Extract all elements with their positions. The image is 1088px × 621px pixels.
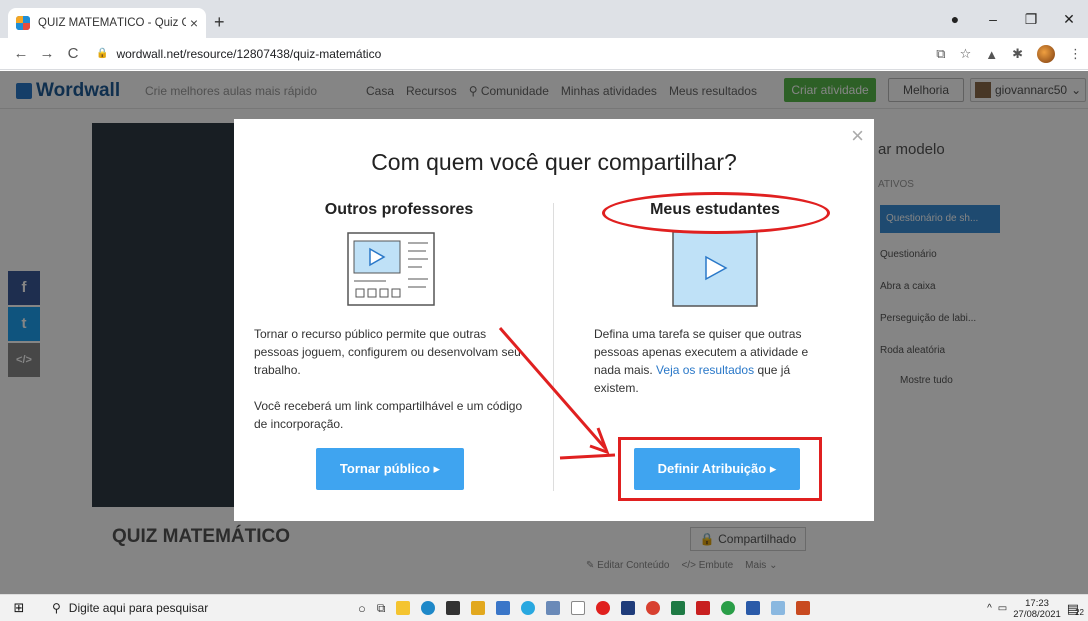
windows-taskbar: ⊞ ⚲ Digite aqui para pesquisar ○ ⧉ ^ ▭ 1… <box>0 594 1088 621</box>
powerpoint-icon[interactable] <box>796 601 811 615</box>
photoshop-icon[interactable] <box>621 601 636 615</box>
paint-icon[interactable] <box>771 601 786 615</box>
opera-icon[interactable] <box>596 601 611 615</box>
new-tab-button[interactable]: + <box>214 13 225 31</box>
clock-time: 17:23 <box>1025 597 1049 609</box>
bookmark-star-icon[interactable]: ☆ <box>960 46 972 62</box>
close-icon[interactable]: × <box>851 125 864 147</box>
window-controls: ● – ❐ ✕ <box>936 0 1088 38</box>
excel-icon[interactable] <box>671 601 686 615</box>
minimize-button[interactable]: – <box>974 11 1012 27</box>
browser-tab[interactable]: QUIZ MATEMÁTICO - Quiz Game × <box>8 8 206 38</box>
store-icon[interactable] <box>446 601 461 615</box>
menu-kebab-icon[interactable]: ⋮ <box>1069 46 1082 62</box>
back-button[interactable]: ← <box>8 45 34 62</box>
app-icon[interactable] <box>696 601 711 615</box>
edge-icon[interactable] <box>421 601 436 615</box>
video-screen-icon <box>672 231 758 307</box>
windows-start-icon[interactable]: ⊞ <box>0 600 38 616</box>
app-icon[interactable] <box>471 601 486 615</box>
url-text: wordwall.net/resource/12807438/quiz-mate… <box>116 46 382 61</box>
dialog-title: Com quem você quer compartilhar? <box>371 149 737 175</box>
reload-button[interactable]: C <box>60 45 86 62</box>
address-bar-icons: ⧉ ☆ ▲ ✱ ⋮ <box>936 38 1082 70</box>
annotation-ellipse <box>602 192 830 234</box>
task-view-icon[interactable]: ⧉ <box>377 601 386 616</box>
mail-icon[interactable] <box>496 601 511 615</box>
teachers-embed-note: Você receberá um link compartilhável e u… <box>254 399 523 431</box>
file-explorer-icon[interactable] <box>396 601 411 615</box>
annotation-rectangle <box>618 437 822 501</box>
app-icon[interactable] <box>546 601 561 615</box>
wordwall-favicon-icon <box>16 16 30 30</box>
tab-close-icon[interactable]: × <box>190 15 198 31</box>
chrome-icon[interactable] <box>646 601 661 615</box>
browser-tab-strip: QUIZ MATEMÁTICO - Quiz Game × + ● – ❐ ✕ <box>0 0 1088 38</box>
file-icon[interactable] <box>571 601 586 615</box>
teachers-description: Tornar o recurso público permite que out… <box>254 327 521 377</box>
extensions-icon[interactable]: ✱ <box>1012 46 1023 62</box>
restore-button[interactable]: ❐ <box>1012 11 1050 28</box>
address-bar: ← → C 🔒 wordwall.net/resource/12807438/q… <box>0 38 1088 70</box>
taskbar-apps: ○ ⧉ <box>358 601 811 616</box>
close-window-button[interactable]: ✕ <box>1050 11 1088 28</box>
tab-title: QUIZ MATEMÁTICO - Quiz Game <box>38 17 186 29</box>
profile-avatar[interactable] <box>1037 45 1055 63</box>
url-field[interactable]: 🔒 wordwall.net/resource/12807438/quiz-ma… <box>96 47 381 61</box>
teachers-column: Outros professores <box>254 201 544 219</box>
lock-icon: 🔒 <box>96 48 109 59</box>
battery-icon[interactable]: ▭ <box>998 603 1007 614</box>
translate-icon[interactable]: ⧉ <box>936 46 945 62</box>
column-divider <box>553 203 554 491</box>
notification-count: 22 <box>1075 608 1084 617</box>
chevron-up-icon[interactable]: ^ <box>987 603 992 614</box>
cortana-icon[interactable]: ○ <box>358 601 366 616</box>
ie-icon[interactable] <box>521 601 536 615</box>
make-public-button[interactable]: Tornar público ▸ <box>316 448 464 490</box>
drive-icon[interactable]: ▲ <box>985 47 998 62</box>
page-content: Wordwall Crie melhores aulas mais rápido… <box>0 71 1088 594</box>
taskbar-search[interactable]: ⚲ Digite aqui para pesquisar <box>38 595 318 621</box>
template-screen-icon <box>347 232 435 306</box>
search-icon: ⚲ <box>52 601 61 615</box>
teachers-heading: Outros professores <box>324 201 474 218</box>
forward-button[interactable]: → <box>34 45 60 62</box>
chrome-icon[interactable] <box>721 601 736 615</box>
search-placeholder: Digite aqui para pesquisar <box>68 601 209 615</box>
system-tray: ^ ▭ 17:23 27/08/2021 ▤ 22 <box>987 595 1084 621</box>
view-results-link[interactable]: Veja os resultados <box>656 363 754 377</box>
clock-date: 27/08/2021 <box>1013 608 1061 620</box>
students-description: Defina uma tarefa se quiser que outras p… <box>594 325 830 397</box>
profile-dot-icon[interactable]: ● <box>936 11 974 27</box>
clock[interactable]: 17:23 27/08/2021 <box>1013 598 1061 620</box>
word-icon[interactable] <box>746 601 761 615</box>
